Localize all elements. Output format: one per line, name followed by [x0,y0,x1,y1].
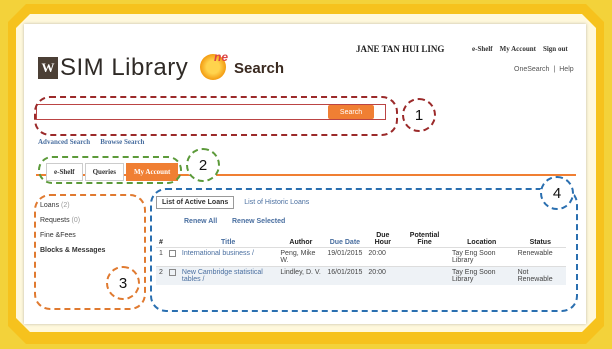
annotation-box-2 [38,156,182,184]
onesearch-logo[interactable]: ne Search [200,50,292,84]
annotation-box-1 [34,96,398,136]
annotation-number-3: 3 [106,266,140,300]
help-link[interactable]: Help [559,66,573,73]
search-links: Advanced Search Browse Search [38,138,144,146]
annotation-number-4: 4 [540,176,574,210]
logo-mark-icon: W [38,57,58,79]
onesearch-one: ne [214,50,229,64]
onesearch-search: Search [234,60,285,77]
sim-library-logo[interactable]: W SIM Library [38,54,188,82]
onesearch-link[interactable]: OneSearch [514,66,549,73]
eshelf-link[interactable]: e-Shelf [472,45,493,53]
annotation-box-4 [150,188,578,312]
top-nav: e-Shelf My Account Sign out [472,45,568,53]
advanced-search-link[interactable]: Advanced Search [38,138,90,146]
logo-text: SIM Library [60,54,189,81]
my-account-link[interactable]: My Account [500,45,536,53]
sign-out-link[interactable]: Sign out [543,45,568,53]
browse-search-link[interactable]: Browse Search [100,138,144,146]
user-name: JANE TAN HUI LING [356,44,445,54]
annotation-number-1: 1 [402,98,436,132]
annotation-number-2: 2 [186,148,220,182]
sub-nav: OneSearch | Help [514,66,574,73]
sub-nav-divider: | [553,66,556,73]
